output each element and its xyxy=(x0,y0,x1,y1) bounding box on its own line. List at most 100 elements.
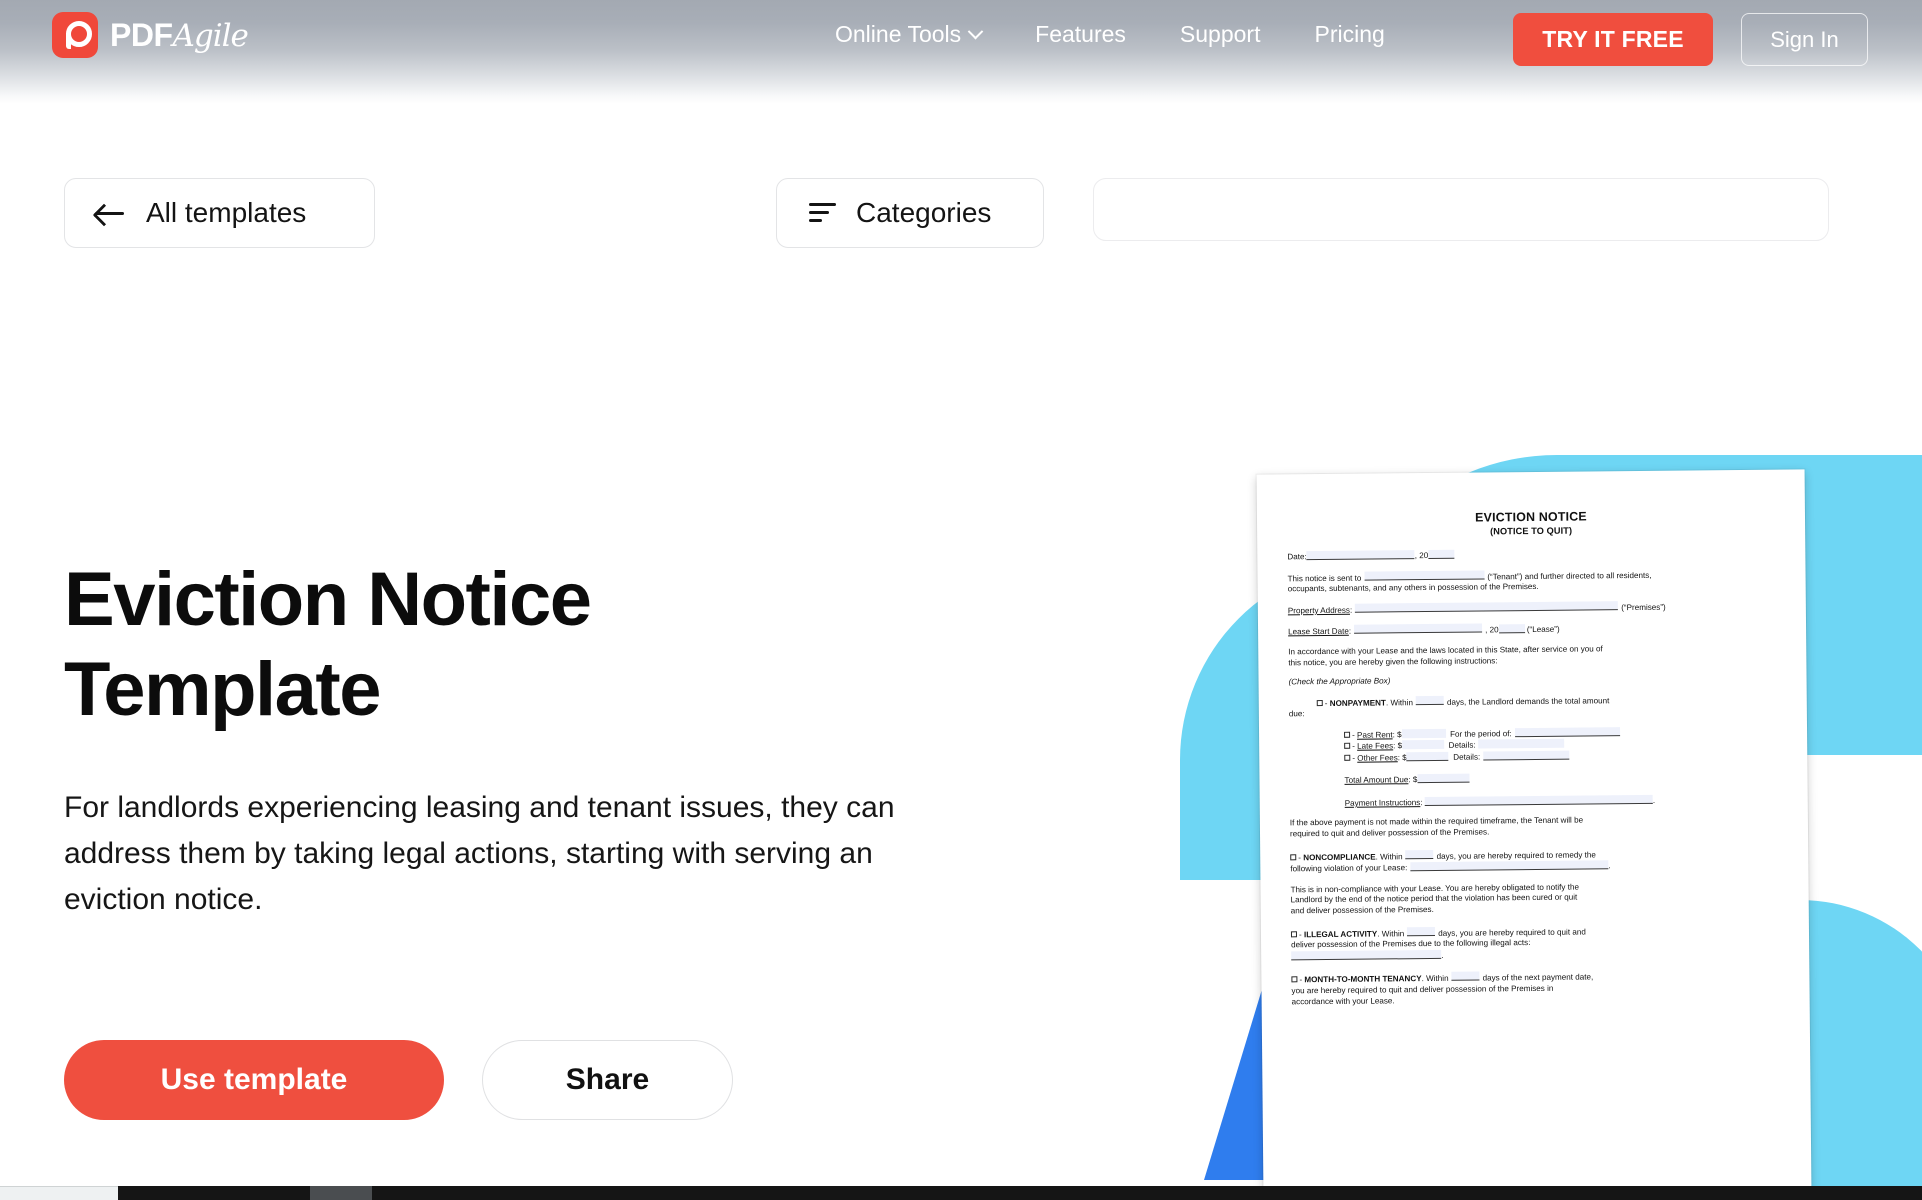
doc-noncompliance-body-1: This is in non-compliance with your Leas… xyxy=(1290,882,1579,895)
document-preview[interactable]: EVICTION NOTICE (NOTICE TO QUIT) Date:, … xyxy=(1256,469,1812,1193)
doc-date-label: Date: xyxy=(1287,552,1307,562)
doc-date-line: Date: , 20 xyxy=(1287,547,1775,563)
doc-premises-tag: (“Premises”) xyxy=(1621,602,1666,612)
checkbox-late-fees[interactable] xyxy=(1344,743,1351,750)
chevron-down-icon xyxy=(967,23,984,39)
checkbox-illegal-activity[interactable] xyxy=(1290,930,1298,937)
doc-noncompliance-3: following violation of your Lease: xyxy=(1290,863,1408,874)
doc-timeframe-2: required to quit and deliver possession … xyxy=(1289,827,1490,839)
arrow-left-icon xyxy=(95,202,125,224)
nav-label-features: Features xyxy=(1035,20,1126,47)
main-nav: Online Tools Features Support Pricing xyxy=(835,0,1385,68)
doc-accordance-1: In accordance with your Lease and the la… xyxy=(1288,644,1603,657)
doc-mtm-2: days of the next payment date, xyxy=(1482,972,1594,983)
doc-nonpayment-2: days, the Landlord demands the total amo… xyxy=(1446,696,1610,707)
doc-check-box-note: (Check the Appropriate Box) xyxy=(1288,676,1391,687)
doc-noncompliance-label: NONCOMPLIANCE xyxy=(1303,852,1376,862)
doc-noncompliance-body: This is in non-compliance with your Leas… xyxy=(1291,880,1779,916)
filter-lines-icon xyxy=(809,202,836,224)
all-templates-label: All templates xyxy=(146,197,307,228)
doc-noncompliance-1: . Within xyxy=(1375,851,1403,862)
checkbox-nonpayment[interactable] xyxy=(1316,699,1323,706)
template-toolbar: All templates Categories xyxy=(0,178,1922,248)
sign-in-button[interactable]: Sign In xyxy=(1741,13,1868,66)
doc-sent-to: This notice is sent to (“Tenant”) and fur… xyxy=(1288,567,1776,595)
doc-timeframe-1: If the above payment is not made within … xyxy=(1289,815,1584,828)
doc-accordance: In accordance with your Lease and the la… xyxy=(1288,643,1776,669)
doc-details-label-1: Details: xyxy=(1448,740,1476,751)
doc-lease-start-label: Lease Start Date xyxy=(1288,627,1349,637)
doc-illegal-2: days, you are hereby required to quit an… xyxy=(1438,927,1586,938)
doc-timeframe: If the above payment is not made within … xyxy=(1290,814,1778,840)
doc-past-rent-label: Past Rent xyxy=(1356,730,1393,740)
doc-accordance-2: this notice, you are hereby given the fo… xyxy=(1288,655,1498,667)
site-header: PDFAgile Online Tools Features Support P… xyxy=(0,0,1922,104)
search-input[interactable] xyxy=(1093,178,1829,241)
doc-illegal-3: deliver possession of the Premises due t… xyxy=(1291,938,1531,950)
hero-artwork: EVICTION NOTICE (NOTICE TO QUIT) Date:, … xyxy=(1180,400,1922,1200)
all-templates-button[interactable]: All templates xyxy=(64,178,375,248)
doc-lease-year: , 20 xyxy=(1485,625,1499,635)
brand-script: Agile xyxy=(172,17,249,54)
page-root: PDFAgile Online Tools Features Support P… xyxy=(0,0,1922,1200)
brand-name: PDFAgile xyxy=(110,16,249,54)
doc-noncompliance-body-3: and deliver possession of the Premises. xyxy=(1290,904,1434,916)
doc-noncompliance-body-2: Landlord by the end of the notice period… xyxy=(1290,892,1578,905)
doc-illegal-1: . Within xyxy=(1377,928,1405,939)
doc-mtm-label: MONTH-TO-MONTH TENANCY xyxy=(1304,974,1422,985)
doc-late-fees-label: Late Fees xyxy=(1357,741,1394,752)
categories-label: Categories xyxy=(856,197,992,228)
doc-payment-instructions-label: Payment Instructions xyxy=(1344,798,1421,808)
taskbar-segment-light xyxy=(0,1186,118,1200)
cta-row: Use template Share xyxy=(64,1040,733,1120)
doc-sent-to-1: This notice is sent to xyxy=(1287,573,1362,583)
doc-total-amount-label: Total Amount Due xyxy=(1344,775,1409,786)
doc-mtm-1: . Within xyxy=(1421,974,1449,984)
doc-mtm-4: accordance with your Lease. xyxy=(1291,995,1395,1006)
doc-lease-tag: (“Lease”) xyxy=(1526,625,1560,635)
page-title: Eviction Notice Template xyxy=(64,557,592,732)
checkbox-past-rent[interactable] xyxy=(1344,731,1351,738)
categories-button[interactable]: Categories xyxy=(776,178,1044,248)
checkbox-noncompliance[interactable] xyxy=(1290,853,1297,860)
doc-total-amount-row: Total Amount Due: $ xyxy=(1344,771,1777,787)
doc-sent-to-2: (“Tenant”) and further directed to all r… xyxy=(1487,570,1652,582)
share-button[interactable]: Share xyxy=(482,1040,733,1120)
nav-item-online-tools[interactable]: Online Tools xyxy=(835,20,984,48)
doc-nonpayment-1: . Within xyxy=(1385,697,1413,708)
doc-details-label-2: Details: xyxy=(1453,752,1481,762)
nav-label-pricing: Pricing xyxy=(1314,20,1385,47)
doc-date-year: , 20 xyxy=(1414,551,1429,561)
doc-property-address-label: Property Address xyxy=(1287,605,1351,616)
page-description: For landlords experiencing leasing and t… xyxy=(64,791,895,916)
pdfagile-logo-icon xyxy=(52,12,98,58)
taskbar-segment-gray xyxy=(310,1186,372,1200)
hero-text-block: Eviction Notice Template For landlords e… xyxy=(64,555,1064,923)
brand-logo[interactable]: PDFAgile xyxy=(52,12,249,58)
document-content: EVICTION NOTICE (NOTICE TO QUIT) Date:, … xyxy=(1287,508,1780,1008)
doc-nonpayment-label: NONPAYMENT xyxy=(1329,698,1386,708)
checkbox-month-to-month[interactable] xyxy=(1291,976,1298,983)
doc-illegal-activity: - ILLEGAL ACTIVITY. Within days, you are … xyxy=(1290,926,1586,961)
doc-month-to-month: - MONTH-TO-MONTH TENANCY. Within days of … xyxy=(1291,971,1594,1006)
doc-lease-start: Lease Start Date:, 20 (“Lease”) xyxy=(1288,623,1560,637)
nav-item-features[interactable]: Features xyxy=(1035,21,1126,48)
os-taskbar xyxy=(0,1186,1922,1200)
doc-mtm-3: you are hereby required to quit and deli… xyxy=(1291,983,1554,996)
nav-label-support: Support xyxy=(1179,20,1261,47)
checkbox-other-fees[interactable] xyxy=(1344,754,1351,761)
doc-property-address: Property Address: (“Premises”) xyxy=(1287,600,1666,616)
brand-bold: PDF xyxy=(110,16,173,53)
doc-noncompliance-2: days, you are hereby required to remedy … xyxy=(1436,850,1596,861)
doc-illegal-label: ILLEGAL ACTIVITY xyxy=(1303,929,1378,939)
doc-for-period-label: For the period of: xyxy=(1450,729,1512,739)
use-template-button[interactable]: Use template xyxy=(64,1040,444,1120)
doc-subtitle: (NOTICE TO QUIT) xyxy=(1490,525,1573,537)
nav-item-support[interactable]: Support xyxy=(1180,21,1261,48)
try-it-free-button[interactable]: TRY IT FREE xyxy=(1513,13,1713,66)
nav-item-pricing[interactable]: Pricing xyxy=(1314,21,1384,48)
doc-sent-to-3: occupants, subtenants, and any others in… xyxy=(1287,582,1539,594)
nav-label-online-tools: Online Tools xyxy=(835,20,962,47)
doc-noncompliance: - NONCOMPLIANCE. Within days, you are her… xyxy=(1290,849,1611,874)
doc-other-fees-label: Other Fees xyxy=(1357,753,1398,763)
